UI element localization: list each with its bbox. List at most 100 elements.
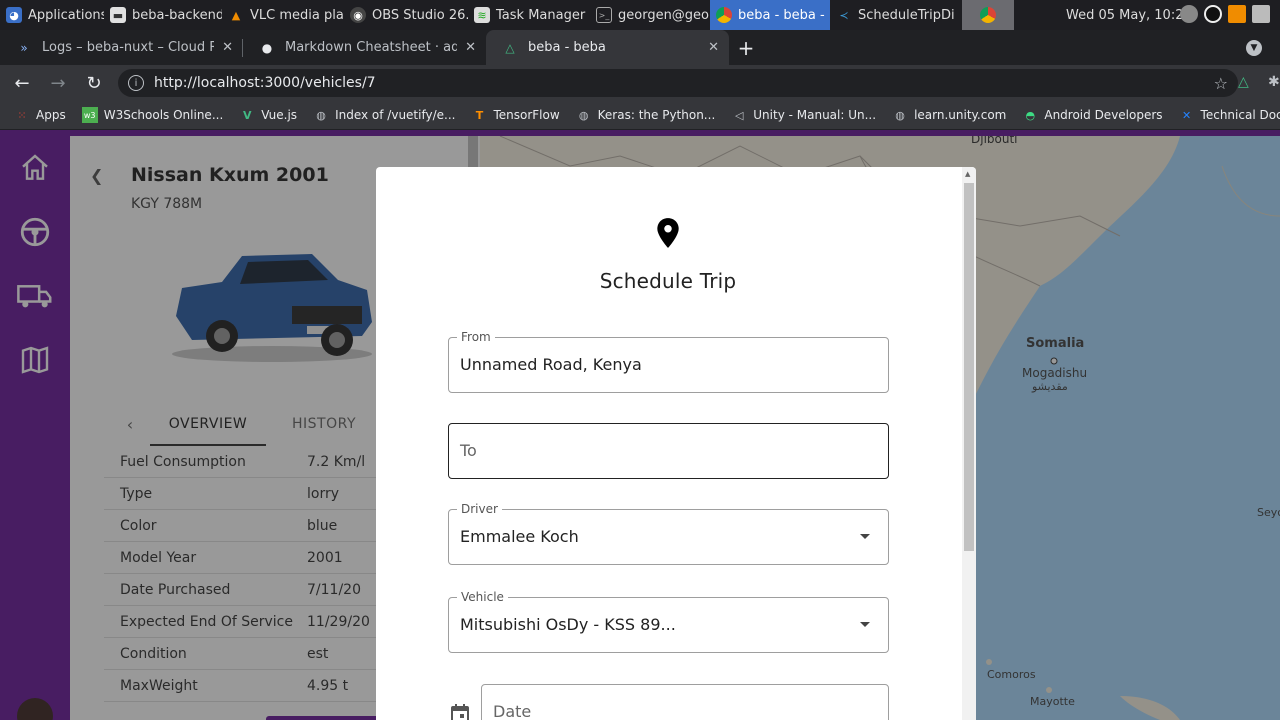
bookmark-label: Android Developers bbox=[1044, 108, 1163, 122]
to-field-placeholder[interactable]: To bbox=[460, 441, 477, 460]
bookmark-label: Technical Docume... bbox=[1200, 108, 1280, 122]
tab-search-chevron-icon[interactable]: ▼ bbox=[1246, 40, 1262, 56]
taskbar-item-beba-backend[interactable]: ▬ beba-backend bbox=[104, 0, 222, 30]
close-tab-icon[interactable]: ✕ bbox=[222, 40, 233, 55]
extensions-puzzle-icon[interactable]: ✱ bbox=[1268, 74, 1280, 90]
address-bar-url[interactable]: http://localhost:3000/vehicles/7 bbox=[154, 75, 1214, 91]
reload-button[interactable]: ↻ bbox=[78, 67, 110, 99]
forward-button[interactable]: → bbox=[42, 67, 74, 99]
obs-tray-icon[interactable] bbox=[1204, 5, 1222, 23]
bookmark-keras[interactable]: ◍ Keras: the Python... bbox=[568, 107, 724, 123]
task-manager-icon: ≋ bbox=[474, 7, 490, 23]
taskbar-item-chrome[interactable] bbox=[962, 0, 1014, 30]
taskbar-clock[interactable]: Wed 05 May, 10:28 bbox=[1066, 0, 1192, 30]
vlc-cone-icon: ▲ bbox=[231, 8, 241, 22]
globe-icon: ◍ bbox=[578, 108, 589, 122]
dialog-scrollbar-thumb[interactable] bbox=[964, 183, 974, 551]
vue-icon: V bbox=[243, 108, 252, 122]
browser-tab-markdown[interactable]: ● Markdown Cheatsheet · adam-p ✕ bbox=[243, 30, 486, 65]
network-icon[interactable] bbox=[1252, 5, 1270, 23]
dialog-title: Schedule Trip bbox=[599, 269, 737, 293]
app-viewport: ❮ Nissan Kxum 2001 KGY 788M ‹ OVERVIEW H… bbox=[0, 130, 1280, 720]
driver-select[interactable]: Driver Emmalee Koch bbox=[448, 502, 889, 565]
cloud-run-icon: » bbox=[20, 40, 28, 55]
bookmark-tensorflow[interactable]: T TensorFlow bbox=[463, 107, 567, 123]
folder-icon: ▬ bbox=[110, 7, 126, 23]
taskbar-item-obs[interactable]: ◉ OBS Studio 26.... bbox=[344, 0, 468, 30]
bookmark-label: Apps bbox=[36, 108, 66, 122]
apps-grid-icon: ⁙ bbox=[17, 108, 27, 122]
bookmark-w3schools[interactable]: w3 W3Schools Online... bbox=[74, 107, 232, 123]
taskbar-item-vlc[interactable]: ▲ VLC media pla... bbox=[222, 0, 344, 30]
driver-select-label: Driver bbox=[457, 502, 502, 516]
dropdown-caret-icon[interactable] bbox=[860, 534, 870, 539]
vlc-tray-icon[interactable] bbox=[1228, 5, 1246, 23]
dialog-scrollbar[interactable]: ▲ bbox=[962, 167, 976, 720]
vehicle-select[interactable]: Vehicle Mitsubishi OsDy - KSS 89... bbox=[448, 590, 889, 653]
globe-icon: ◍ bbox=[895, 108, 905, 122]
site-info-icon[interactable]: i bbox=[128, 75, 144, 91]
bookmark-vuetify-index[interactable]: ◍ Index of /vuetify/e... bbox=[305, 107, 463, 123]
volume-icon[interactable] bbox=[1180, 5, 1198, 23]
nuxt-icon: △ bbox=[505, 40, 515, 55]
browser-tab-title: beba - beba bbox=[528, 40, 606, 55]
taskbar-item-task-manager[interactable]: ≋ Task Manager bbox=[468, 0, 590, 30]
confluence-icon: ✕ bbox=[1181, 108, 1192, 122]
android-icon: ◓ bbox=[1025, 108, 1036, 122]
taskbar-item-label: beba-backend bbox=[132, 7, 222, 23]
taskbar-item-vscode[interactable]: ≺ ScheduleTripDi... bbox=[830, 0, 956, 30]
address-bar[interactable]: i http://localhost:3000/vehicles/7 ☆ bbox=[118, 69, 1238, 97]
bookmark-unity-manual[interactable]: ◁ Unity - Manual: Un... bbox=[723, 107, 884, 123]
chrome-icon bbox=[716, 7, 732, 23]
date-field-placeholder[interactable]: Date bbox=[493, 702, 531, 720]
schedule-trip-dialog: Schedule Trip From Unnamed Road, Kenya T… bbox=[376, 167, 976, 720]
bookmark-label: TensorFlow bbox=[493, 108, 560, 122]
bookmark-label: Vue.js bbox=[261, 108, 298, 122]
bookmarks-bar: ⁙ Apps w3 W3Schools Online... V Vue.js ◍… bbox=[0, 101, 1280, 130]
vehicle-select-value[interactable]: Mitsubishi OsDy - KSS 89... bbox=[460, 615, 676, 634]
to-field[interactable]: To bbox=[448, 423, 889, 479]
taskbar-item-chrome-beba[interactable]: beba - beba - ... bbox=[710, 0, 830, 30]
calendar-icon[interactable] bbox=[450, 703, 470, 720]
scroll-up-arrow-icon[interactable]: ▲ bbox=[965, 170, 970, 178]
from-field[interactable]: From Unnamed Road, Kenya bbox=[448, 330, 889, 393]
driver-select-value[interactable]: Emmalee Koch bbox=[460, 527, 579, 546]
taskbar-item-label: beba - beba - ... bbox=[738, 7, 830, 23]
map-marker-icon bbox=[657, 218, 679, 248]
bookmark-vuejs[interactable]: V Vue.js bbox=[231, 107, 305, 123]
w3schools-icon: w3 bbox=[81, 107, 98, 123]
taskbar-item-label: ScheduleTripDi... bbox=[858, 7, 956, 23]
browser-tab-strip: » Logs – beba-nuxt – Cloud Run – ✕ ● Mar… bbox=[0, 30, 1280, 65]
vue-devtools-extension-icon[interactable]: △ bbox=[1238, 74, 1249, 90]
bookmark-star-icon[interactable]: ☆ bbox=[1214, 74, 1228, 93]
close-tab-icon[interactable]: ✕ bbox=[708, 40, 719, 55]
bookmark-android-developers[interactable]: ◓ Android Developers bbox=[1014, 107, 1170, 123]
github-icon: ● bbox=[261, 40, 273, 55]
bookmark-apps[interactable]: ⁙ Apps bbox=[6, 107, 74, 123]
vehicle-select-label: Vehicle bbox=[457, 590, 508, 604]
browser-tab-title: Markdown Cheatsheet · adam-p bbox=[285, 40, 458, 55]
vscode-icon: ≺ bbox=[839, 8, 849, 22]
dropdown-caret-icon[interactable] bbox=[860, 622, 870, 627]
taskbar-item-label: Task Manager bbox=[496, 7, 586, 23]
xfce-mouse-icon: ◕ bbox=[6, 7, 22, 23]
close-tab-icon[interactable]: ✕ bbox=[465, 40, 476, 55]
from-field-label: From bbox=[457, 330, 495, 344]
os-taskbar: ◕ Applications ▬ beba-backend ▲ VLC medi… bbox=[0, 0, 1280, 30]
bookmark-label: W3Schools Online... bbox=[103, 108, 224, 122]
browser-tab-beba[interactable]: △ beba - beba ✕ bbox=[486, 30, 729, 65]
back-button[interactable]: ← bbox=[6, 67, 38, 99]
browser-tab-cloud-run[interactable]: » Logs – beba-nuxt – Cloud Run – ✕ bbox=[0, 30, 243, 65]
taskbar-item-terminal[interactable]: >_ georgen@geo... bbox=[590, 0, 710, 30]
new-tab-button[interactable]: + bbox=[729, 30, 763, 65]
taskbar-applications-menu[interactable]: ◕ Applications bbox=[0, 0, 104, 30]
tensorflow-icon: T bbox=[475, 108, 484, 122]
browser-tab-title: Logs – beba-nuxt – Cloud Run – bbox=[42, 40, 215, 55]
taskbar-item-label: Applications bbox=[28, 7, 104, 23]
bookmark-technical-docs[interactable]: ✕ Technical Docume... bbox=[1171, 107, 1280, 123]
bookmark-label: Index of /vuetify/e... bbox=[335, 108, 456, 122]
date-field[interactable]: Date bbox=[481, 684, 889, 720]
from-field-value[interactable]: Unnamed Road, Kenya bbox=[460, 355, 642, 374]
system-tray bbox=[1180, 5, 1270, 23]
bookmark-learn-unity[interactable]: ◍ learn.unity.com bbox=[884, 107, 1014, 123]
